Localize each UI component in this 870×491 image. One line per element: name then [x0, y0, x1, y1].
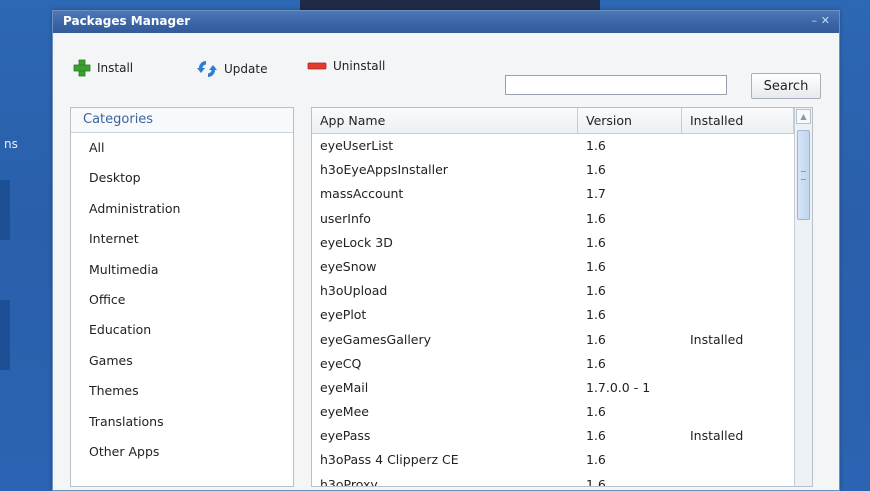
- app-version: 1.6: [586, 138, 606, 153]
- app-name: eyeMail: [320, 379, 369, 395]
- app-installed: Installed: [690, 331, 744, 347]
- app-version: 1.7: [586, 186, 606, 202]
- category-item-administration[interactable]: Administration: [71, 194, 293, 224]
- scroll-up-arrow-icon[interactable]: ▲: [796, 109, 811, 124]
- categories-list: All Desktop Administration Internet Mult…: [71, 133, 293, 467]
- apps-table-body: eyeUserList 1.6 h3oEyeAppsInstaller 1.6 ma…: [312, 134, 794, 487]
- app-version: 1.6: [586, 234, 606, 250]
- categories-header: Categories: [71, 108, 293, 133]
- app-name: massAccount: [320, 186, 404, 202]
- plus-icon: [73, 59, 91, 77]
- app-version: 1.6: [586, 355, 606, 371]
- app-name: eyeMee: [320, 404, 369, 420]
- minus-icon: [307, 62, 327, 70]
- table-row[interactable]: eyeLock 3D 1.6: [312, 231, 794, 255]
- table-row[interactable]: eyeSnow 1.6: [312, 255, 794, 279]
- category-item-office[interactable]: Office: [71, 285, 293, 315]
- window-title: Packages Manager: [63, 14, 191, 28]
- table-row[interactable]: eyePlot 1.6: [312, 303, 794, 327]
- window-titlebar[interactable]: Packages Manager – ✕: [53, 11, 839, 33]
- table-row[interactable]: massAccount 1.7: [312, 182, 794, 206]
- apps-table: App Name Version Installed eyeUserList 1.…: [311, 107, 813, 487]
- app-installed: Installed: [690, 428, 744, 444]
- app-name: eyePass: [320, 428, 371, 444]
- category-item-internet[interactable]: Internet: [71, 224, 293, 254]
- apps-table-header: App Name Version Installed: [312, 108, 794, 134]
- update-label: Update: [224, 62, 268, 76]
- refresh-icon: [197, 61, 217, 77]
- app-version: 1.6: [586, 307, 606, 323]
- table-row[interactable]: eyeMee 1.6: [312, 400, 794, 424]
- column-header-version[interactable]: Version: [578, 108, 682, 133]
- app-name: eyeCQ: [320, 355, 362, 371]
- app-name: userInfo: [320, 210, 371, 226]
- app-name: eyeSnow: [320, 258, 377, 274]
- table-row[interactable]: h3oPass 4 Clipperz CE 1.6: [312, 448, 794, 472]
- vertical-scrollbar[interactable]: ▲: [794, 108, 812, 486]
- uninstall-button[interactable]: Uninstall: [307, 59, 385, 73]
- app-name: eyeUserList: [320, 138, 394, 153]
- category-item-multimedia[interactable]: Multimedia: [71, 255, 293, 285]
- category-item-other-apps[interactable]: Other Apps: [71, 437, 293, 467]
- category-item-all[interactable]: All: [71, 133, 293, 163]
- desktop-edge-bar: [0, 300, 10, 370]
- update-button[interactable]: Update: [196, 59, 267, 79]
- grip-icon: [801, 171, 806, 180]
- install-label: Install: [97, 61, 134, 75]
- app-name: eyePlot: [320, 307, 367, 323]
- app-name: eyeLock 3D: [320, 234, 393, 250]
- category-item-education[interactable]: Education: [71, 315, 293, 345]
- table-row[interactable]: eyeCQ 1.6: [312, 352, 794, 376]
- app-name: h3oPass 4 Clipperz CE: [320, 452, 459, 468]
- column-header-installed[interactable]: Installed: [682, 108, 794, 133]
- categories-panel: Categories All Desktop Administration In…: [70, 107, 294, 487]
- search-button[interactable]: Search: [751, 73, 821, 99]
- app-name: eyeGamesGallery: [320, 331, 432, 347]
- desktop-edge-bar: [0, 180, 10, 240]
- search-input[interactable]: [505, 75, 727, 95]
- table-row[interactable]: h3oProxy 1.6: [312, 473, 794, 487]
- toolbar: Install Update Uninstall Search: [53, 33, 839, 105]
- app-version: 1.6: [586, 258, 606, 274]
- app-version: 1.6: [586, 428, 606, 444]
- app-version: 1.6: [586, 476, 606, 487]
- category-item-themes[interactable]: Themes: [71, 376, 293, 406]
- app-name: h3oUpload: [320, 283, 388, 299]
- table-row[interactable]: eyePass 1.6 Installed: [312, 424, 794, 448]
- minimize-button[interactable]: –: [812, 14, 818, 27]
- column-header-app-name[interactable]: App Name: [312, 108, 578, 133]
- table-row[interactable]: eyeMail 1.7.0.0 - 1: [312, 376, 794, 400]
- category-item-desktop[interactable]: Desktop: [71, 163, 293, 193]
- uninstall-label: Uninstall: [333, 59, 386, 73]
- table-row[interactable]: h3oEyeAppsInstaller 1.6: [312, 158, 794, 182]
- category-item-translations[interactable]: Translations: [71, 407, 293, 437]
- desktop-top-strip: [300, 0, 600, 10]
- table-row[interactable]: h3oUpload 1.6: [312, 279, 794, 303]
- app-version: 1.7.0.0 - 1: [586, 379, 651, 395]
- close-button[interactable]: ✕: [821, 14, 830, 27]
- app-version: 1.6: [586, 162, 606, 178]
- packages-manager-window: Packages Manager – ✕ Install Update Unin…: [52, 10, 840, 491]
- table-row[interactable]: eyeUserList 1.6: [312, 134, 794, 158]
- desktop-side-text: ns: [4, 137, 18, 151]
- table-row[interactable]: userInfo 1.6: [312, 207, 794, 231]
- app-version: 1.6: [586, 331, 606, 347]
- app-version: 1.6: [586, 452, 606, 468]
- category-item-games[interactable]: Games: [71, 346, 293, 376]
- app-version: 1.6: [586, 404, 606, 420]
- scrollbar-thumb[interactable]: [797, 130, 810, 220]
- app-version: 1.6: [586, 210, 606, 226]
- table-row[interactable]: eyeGamesGallery 1.6 Installed: [312, 328, 794, 352]
- app-version: 1.6: [586, 283, 606, 299]
- app-name: h3oEyeAppsInstaller: [320, 162, 448, 178]
- app-name: h3oProxy: [320, 476, 378, 487]
- install-button[interactable]: Install: [73, 59, 133, 77]
